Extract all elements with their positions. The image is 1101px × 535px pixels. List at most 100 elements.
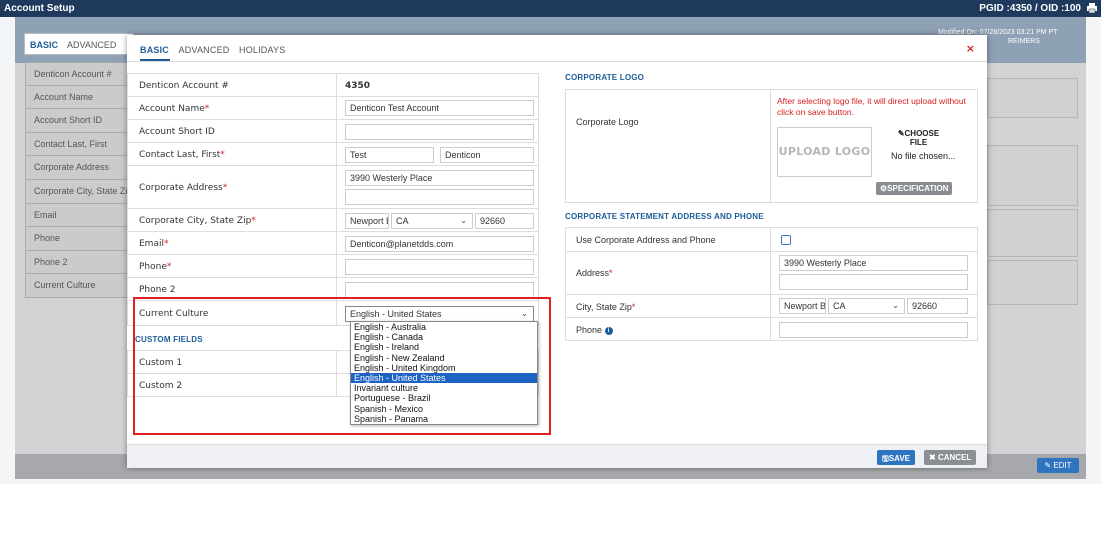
form-row-account-number: Denticon Account # 4350 <box>127 73 539 97</box>
form-row-address: Corporate Address* 3990 Westerly Place <box>127 165 539 209</box>
use-corporate-checkbox[interactable] <box>781 235 791 245</box>
chevron-down-icon: ⌄ <box>460 216 467 225</box>
contact-first-input[interactable]: Denticon <box>440 147 534 163</box>
culture-option[interactable]: English - United States <box>351 372 537 384</box>
phone-input[interactable] <box>345 259 534 275</box>
statement-state-select[interactable]: CA ⌄ <box>828 298 905 314</box>
cancel-button[interactable]: ✖ CANCEL <box>924 450 977 465</box>
statement-address1-input[interactable]: 3990 Westerly Place <box>779 255 968 271</box>
form-row-contact: Contact Last, First* Test Denticon <box>127 142 539 166</box>
statement-title: CORPORATE STATEMENT ADDRESS AND PHONE <box>565 212 764 221</box>
culture-option[interactable]: English - Ireland <box>351 342 537 352</box>
corporate-logo-label: Corporate Logo <box>576 117 639 127</box>
modal-footer: 🖫SAVE ✖ CANCEL <box>127 444 987 468</box>
account-number-value: 4350 <box>345 81 371 91</box>
form-row-email: Email* Denticon@planetdds.com <box>127 231 539 255</box>
list-item: Account Name <box>25 85 135 110</box>
address-line2-input[interactable] <box>345 189 534 205</box>
culture-option[interactable]: English - United Kingdom <box>351 363 537 373</box>
tabs-divider <box>127 61 987 62</box>
edit-button[interactable]: ✎ EDIT <box>1037 458 1079 473</box>
window-title: Account Setup <box>4 3 75 14</box>
email-label: Email* <box>139 239 169 249</box>
pencil-icon: ✎ <box>1044 461 1054 470</box>
background-box <box>987 145 1078 206</box>
tab-basic[interactable]: BASIC <box>140 45 169 55</box>
background-tabs: BASIC ADVANCED <box>24 33 134 55</box>
culture-dropdown-list[interactable]: English - Australia English - Canada Engli… <box>350 321 538 425</box>
account-number-label: Denticon Account # <box>139 81 229 91</box>
list-item: Corporate City, State Zi <box>25 179 135 204</box>
background-box <box>987 209 1078 257</box>
culture-option[interactable]: Spanish - Mexico <box>351 404 537 414</box>
list-item: Account Short ID <box>25 109 135 133</box>
tab-advanced[interactable]: ADVANCED <box>179 45 230 55</box>
state-select[interactable]: CA ⌄ <box>391 213 473 229</box>
culture-option[interactable]: English - Canada <box>351 332 537 342</box>
pgid-label: PGID :4350 / OID :100 <box>979 3 1081 14</box>
contact-label: Contact Last, First* <box>139 150 225 160</box>
form-row-city-state-zip: Corporate City, State Zip* Newport Bea C… <box>127 208 539 232</box>
statement-address2-input[interactable] <box>779 274 968 290</box>
phone2-input[interactable] <box>345 282 534 298</box>
city-input[interactable]: Newport Bea <box>345 213 389 229</box>
list-item: Email <box>25 203 135 228</box>
modal-tabs: BASIC ADVANCED HOLIDAYS <box>140 45 292 55</box>
account-name-label: Account Name* <box>139 104 210 114</box>
culture-option[interactable]: English - New Zealand <box>351 353 537 363</box>
statement-address-row: Address* 3990 Westerly Place <box>565 251 978 295</box>
phone-label: Phone* <box>139 262 172 272</box>
statement-csz-label: City, State Zip* <box>576 302 636 312</box>
culture-option[interactable]: English - Australia <box>351 322 537 332</box>
background-field-list: Denticon Account # Account Name Account … <box>25 62 135 298</box>
background-box <box>987 260 1078 305</box>
info-icon[interactable]: i <box>604 326 613 335</box>
contact-last-input[interactable]: Test <box>345 147 434 163</box>
list-item: Phone 2 <box>25 250 135 275</box>
app-titlebar: Account Setup PGID :4350 / OID :100 <box>0 0 1101 17</box>
short-id-input[interactable] <box>345 124 534 140</box>
zip-input[interactable]: 92660 <box>475 213 534 229</box>
upload-note: After selecting logo file, it will direc… <box>777 96 966 117</box>
statement-phone-label: Phone i <box>576 325 613 335</box>
list-item: Contact Last, First <box>25 132 135 157</box>
save-icon: 🖫 <box>882 454 889 463</box>
close-icon[interactable]: × <box>966 42 975 55</box>
printer-icon[interactable] <box>1086 2 1098 14</box>
chevron-down-icon: ⌄ <box>892 301 899 310</box>
no-file-chosen: No file chosen... <box>891 151 956 161</box>
statement-phone-input[interactable] <box>779 322 968 338</box>
tab-holidays[interactable]: HOLIDAYS <box>239 45 285 55</box>
form-row-account-name: Account Name* Denticon Test Account <box>127 96 539 120</box>
statement-csz-row: City, State Zip* Newport Bea CA⌄ 92660 <box>565 294 978 318</box>
upload-logo-placeholder[interactable]: UPLOAD LOGO <box>777 127 872 177</box>
list-item: Corporate Address <box>25 156 135 180</box>
background-tab-advanced: ADVANCED <box>67 40 117 50</box>
statement-zip-input[interactable]: 92660 <box>907 298 968 314</box>
save-button[interactable]: 🖫SAVE <box>877 450 916 465</box>
address-line1-input[interactable]: 3990 Westerly Place <box>345 170 534 186</box>
form-row-phone: Phone* <box>127 254 539 278</box>
specification-button[interactable]: ⚙SPECIFICATION <box>876 182 953 195</box>
background-box <box>987 78 1078 118</box>
choose-file-button[interactable]: ✎CHOOSE FILE <box>886 129 951 147</box>
list-item: Current Culture <box>25 274 135 298</box>
culture-option[interactable]: Spanish - Panama <box>351 414 537 424</box>
close-icon: ✖ <box>929 453 938 462</box>
form-row-short-id: Account Short ID <box>127 119 539 143</box>
corporate-logo-box: Corporate Logo After selecting logo file… <box>565 89 978 203</box>
email-input[interactable]: Denticon@planetdds.com <box>345 236 534 252</box>
culture-option[interactable]: Invariant culture <box>351 383 537 393</box>
short-id-label: Account Short ID <box>139 127 215 137</box>
statement-city-input[interactable]: Newport Bea <box>779 298 826 314</box>
statement-phone-row: Phone i <box>565 317 978 341</box>
statement-address-label: Address* <box>576 268 613 278</box>
corporate-logo-title: CORPORATE LOGO <box>565 73 645 82</box>
city-state-zip-label: Corporate City, State Zip* <box>139 216 256 226</box>
culture-option[interactable]: Portuguese - Brazil <box>351 393 537 403</box>
list-item: Phone <box>25 227 135 251</box>
list-item: Denticon Account # <box>25 62 135 86</box>
pencil-icon: ✎ <box>897 129 905 138</box>
account-name-input[interactable]: Denticon Test Account <box>345 100 534 116</box>
use-corporate-row: Use Corporate Address and Phone <box>565 227 978 252</box>
